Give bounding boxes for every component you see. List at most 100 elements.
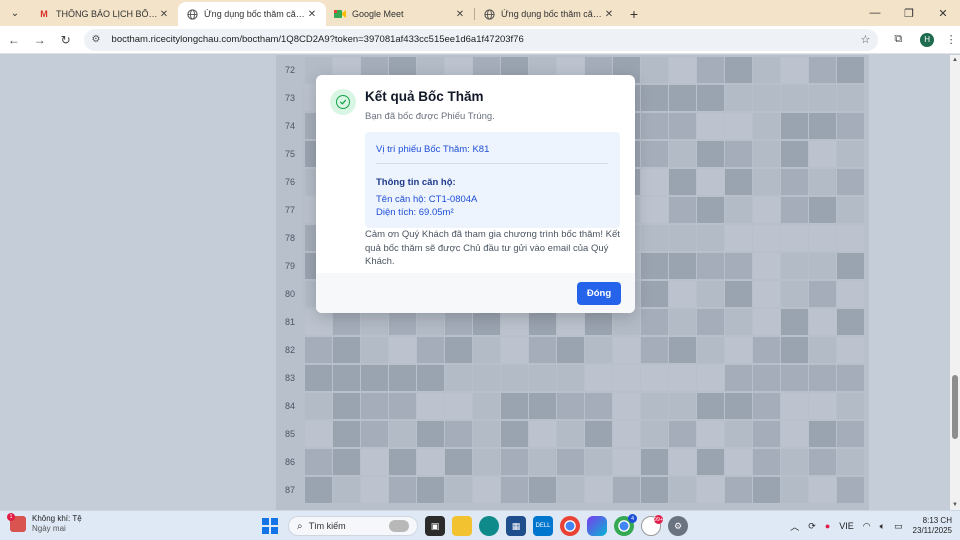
ticket-cell[interactable] bbox=[697, 197, 724, 223]
ticket-cell[interactable] bbox=[669, 421, 696, 447]
scroll-down-arrow-icon[interactable]: ▼ bbox=[950, 500, 960, 510]
ticket-cell[interactable] bbox=[781, 337, 808, 363]
ticket-cell[interactable] bbox=[781, 365, 808, 391]
ticket-cell[interactable] bbox=[837, 57, 864, 83]
ticket-cell[interactable] bbox=[641, 253, 668, 279]
back-arrow-icon[interactable]: ← bbox=[2, 28, 26, 52]
ticket-cell[interactable] bbox=[501, 365, 528, 391]
ticket-cell[interactable] bbox=[697, 141, 724, 167]
messenger-icon[interactable]: 99+ bbox=[641, 515, 663, 536]
ticket-cell[interactable] bbox=[529, 337, 556, 363]
ticket-cell[interactable] bbox=[585, 337, 612, 363]
ticket-cell[interactable] bbox=[613, 477, 640, 503]
ticket-cell[interactable] bbox=[837, 281, 864, 307]
new-tab-plus-icon[interactable]: + bbox=[623, 3, 645, 25]
ticket-cell[interactable] bbox=[837, 393, 864, 419]
ticket-cell[interactable] bbox=[837, 253, 864, 279]
ticket-cell[interactable] bbox=[641, 309, 668, 335]
ticket-cell[interactable] bbox=[557, 421, 584, 447]
restore-icon[interactable]: ❐ bbox=[892, 0, 926, 26]
minimize-icon[interactable]: — bbox=[858, 0, 892, 26]
ticket-cell[interactable] bbox=[725, 337, 752, 363]
ticket-cell[interactable] bbox=[781, 253, 808, 279]
ticket-cell[interactable] bbox=[669, 57, 696, 83]
ticket-cell[interactable] bbox=[529, 449, 556, 475]
ticket-cell[interactable] bbox=[501, 393, 528, 419]
ticket-cell[interactable] bbox=[725, 421, 752, 447]
scroll-up-arrow-icon[interactable]: ▲ bbox=[950, 55, 960, 65]
bookmark-star-icon[interactable]: ☆ bbox=[861, 33, 871, 46]
volume-icon[interactable]: 🔈︎ bbox=[880, 521, 885, 532]
ticket-cell[interactable] bbox=[697, 477, 724, 503]
ticket-cell[interactable] bbox=[669, 449, 696, 475]
ticket-cell[interactable] bbox=[333, 421, 360, 447]
ticket-cell[interactable] bbox=[725, 57, 752, 83]
ticket-cell[interactable] bbox=[613, 365, 640, 391]
ticket-cell[interactable] bbox=[417, 365, 444, 391]
ticket-cell[interactable] bbox=[669, 337, 696, 363]
ticket-cell[interactable] bbox=[585, 393, 612, 419]
ticket-cell[interactable] bbox=[641, 365, 668, 391]
ticket-cell[interactable] bbox=[697, 365, 724, 391]
ticket-cell[interactable] bbox=[837, 365, 864, 391]
ticket-cell[interactable] bbox=[361, 421, 388, 447]
url-input[interactable]: ⚙ boctham.ricecitylongchau.com/boctham/1… bbox=[83, 28, 879, 51]
ticket-cell[interactable] bbox=[725, 141, 752, 167]
ticket-cell[interactable] bbox=[669, 141, 696, 167]
ticket-cell[interactable] bbox=[669, 365, 696, 391]
ticket-cell[interactable] bbox=[753, 141, 780, 167]
ticket-cell[interactable] bbox=[669, 169, 696, 195]
ticket-cell[interactable] bbox=[445, 337, 472, 363]
tray-chevron-up-icon[interactable]: ︿ bbox=[790, 520, 799, 533]
ticket-cell[interactable] bbox=[725, 477, 752, 503]
chrome-icon[interactable] bbox=[560, 516, 580, 536]
ticket-cell[interactable] bbox=[809, 365, 836, 391]
ticket-cell[interactable] bbox=[753, 169, 780, 195]
ticket-cell[interactable] bbox=[473, 449, 500, 475]
windows-start-icon[interactable] bbox=[262, 518, 278, 534]
ticket-cell[interactable] bbox=[753, 85, 780, 111]
ticket-cell[interactable] bbox=[613, 449, 640, 475]
scrollbar-thumb[interactable] bbox=[952, 375, 958, 439]
ticket-cell[interactable] bbox=[837, 421, 864, 447]
ticket-cell[interactable] bbox=[641, 337, 668, 363]
ticket-cell[interactable] bbox=[641, 197, 668, 223]
ticket-cell[interactable] bbox=[361, 449, 388, 475]
ticket-cell[interactable] bbox=[361, 337, 388, 363]
ticket-cell[interactable] bbox=[837, 477, 864, 503]
ticket-cell[interactable] bbox=[305, 337, 332, 363]
ticket-cell[interactable] bbox=[669, 197, 696, 223]
ticket-cell[interactable] bbox=[753, 253, 780, 279]
ticket-cell[interactable] bbox=[613, 421, 640, 447]
ticket-cell[interactable] bbox=[697, 309, 724, 335]
ticket-cell[interactable] bbox=[725, 309, 752, 335]
ticket-cell[interactable] bbox=[781, 57, 808, 83]
ticket-cell[interactable] bbox=[641, 85, 668, 111]
ticket-cell[interactable] bbox=[669, 281, 696, 307]
ticket-cell[interactable] bbox=[641, 393, 668, 419]
ticket-cell[interactable] bbox=[585, 477, 612, 503]
ticket-cell[interactable] bbox=[501, 449, 528, 475]
ticket-cell[interactable] bbox=[389, 477, 416, 503]
tab-close-icon[interactable]: ✕ bbox=[158, 9, 170, 20]
ticket-cell[interactable] bbox=[781, 309, 808, 335]
page-scrollbar[interactable]: ▲ ▼ bbox=[950, 55, 960, 510]
ticket-cell[interactable] bbox=[361, 365, 388, 391]
ticket-cell[interactable] bbox=[753, 225, 780, 251]
ticket-cell[interactable] bbox=[669, 225, 696, 251]
ticket-cell[interactable] bbox=[781, 477, 808, 503]
ticket-cell[interactable] bbox=[557, 449, 584, 475]
ticket-cell[interactable] bbox=[697, 113, 724, 139]
site-settings-icon[interactable]: ⚙ bbox=[92, 34, 106, 45]
ticket-cell[interactable] bbox=[585, 365, 612, 391]
ticket-cell[interactable] bbox=[501, 337, 528, 363]
ticket-cell[interactable] bbox=[753, 113, 780, 139]
ticket-cell[interactable] bbox=[697, 85, 724, 111]
ticket-cell[interactable] bbox=[725, 85, 752, 111]
ticket-cell[interactable] bbox=[641, 141, 668, 167]
close-button[interactable]: Đóng bbox=[577, 282, 621, 305]
ticket-cell[interactable] bbox=[837, 225, 864, 251]
dell-icon[interactable]: DELL bbox=[533, 516, 553, 536]
ticket-cell[interactable] bbox=[809, 449, 836, 475]
ticket-cell[interactable] bbox=[725, 365, 752, 391]
